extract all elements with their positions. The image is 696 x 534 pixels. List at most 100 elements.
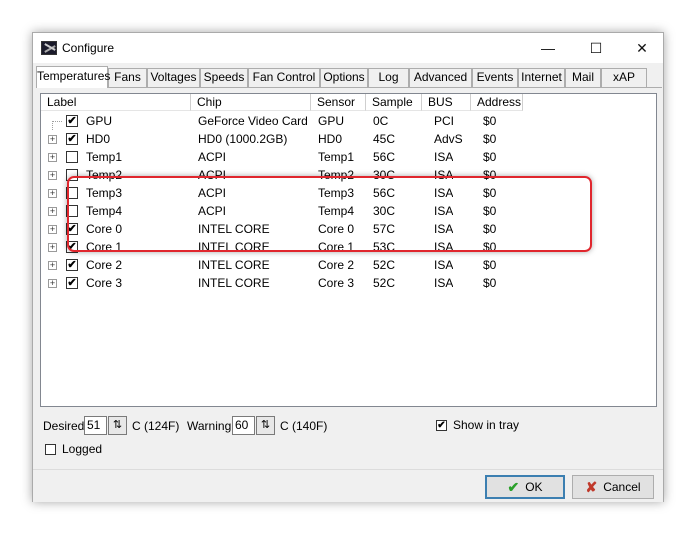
show-in-tray-checkbox[interactable]: ✔ xyxy=(436,420,447,431)
table-row[interactable]: + Temp2 ACPI Temp2 30C ISA $0 xyxy=(41,166,656,184)
table-row[interactable]: + ✔ Core 1 INTEL CORE Core 1 53C ISA $0 xyxy=(41,238,656,256)
cell-sample: 0C xyxy=(373,114,389,128)
tab-log[interactable]: Log xyxy=(368,68,409,87)
cell-bus: ISA xyxy=(434,240,454,254)
row-checkbox[interactable] xyxy=(66,187,78,199)
cell-bus: ISA xyxy=(434,276,454,290)
cell-sample: 45C xyxy=(373,132,396,146)
column-header-sensor[interactable]: Sensor xyxy=(311,94,366,111)
expand-icon[interactable]: + xyxy=(48,171,57,180)
tab-temperatures[interactable]: Temperatures xyxy=(36,66,110,88)
tab-fan-control[interactable]: Fan Control xyxy=(248,68,320,87)
expand-icon[interactable]: + xyxy=(48,207,57,216)
close-button[interactable]: ✕ xyxy=(619,33,665,63)
cell-sensor: Temp1 xyxy=(318,150,355,164)
desired-spinner[interactable]: ⇅ xyxy=(108,416,127,435)
tab-options[interactable]: Options xyxy=(320,68,368,87)
cell-sensor: Temp3 xyxy=(318,186,355,200)
cell-sample: 53C xyxy=(373,240,396,254)
tree-line xyxy=(52,121,62,122)
cell-bus: ISA xyxy=(434,222,454,236)
tab-advanced[interactable]: Advanced xyxy=(409,68,472,87)
cell-sensor: GPU xyxy=(318,114,345,128)
cell-label: Temp4 xyxy=(86,204,123,218)
tab-speeds[interactable]: Speeds xyxy=(200,68,248,87)
row-checkbox[interactable]: ✔ xyxy=(66,133,78,145)
cell-sample: 52C xyxy=(373,276,396,290)
table-row[interactable]: + Temp3 ACPI Temp3 56C ISA $0 xyxy=(41,184,656,202)
cell-chip: ACPI xyxy=(198,204,227,218)
tab-label: Log xyxy=(378,70,399,84)
cell-sensor: Temp2 xyxy=(318,168,355,182)
cell-bus: ISA xyxy=(434,186,454,200)
expand-icon[interactable]: + xyxy=(48,261,57,270)
minimize-button[interactable]: — xyxy=(525,33,571,63)
tab-xap[interactable]: xAP xyxy=(601,68,647,87)
cancel-button[interactable]: ✘ Cancel xyxy=(572,475,654,499)
column-header-address[interactable]: Address xyxy=(471,94,523,111)
warning-unit: C (140F) xyxy=(280,419,328,433)
x-icon: ✘ xyxy=(585,479,598,495)
table-row[interactable]: ✔ GPU GeForce Video Card GPU 0C PCI $0 xyxy=(41,112,656,130)
logged-checkbox[interactable] xyxy=(45,444,56,455)
window-title: Configure xyxy=(62,41,115,55)
expand-icon[interactable]: + xyxy=(48,189,57,198)
table-row[interactable]: + ✔ Core 0 INTEL CORE Core 0 57C ISA $0 xyxy=(41,220,656,238)
row-checkbox[interactable]: ✔ xyxy=(66,277,78,289)
cell-sample: 30C xyxy=(373,204,396,218)
cell-sensor: HD0 xyxy=(318,132,343,146)
row-checkbox[interactable]: ✔ xyxy=(66,241,78,253)
warning-spinner[interactable]: ⇅ xyxy=(256,416,275,435)
desired-input[interactable]: 51 xyxy=(84,416,107,435)
table-row[interactable]: + ✔ HD0 HD0 (1000.2GB) HD0 45C AdvS $0 xyxy=(41,130,656,148)
table-row[interactable]: + Temp1 ACPI Temp1 56C ISA $0 xyxy=(41,148,656,166)
column-header-chip[interactable]: Chip xyxy=(191,94,311,111)
row-checkbox[interactable] xyxy=(66,169,78,181)
cell-sensor: Core 2 xyxy=(318,258,355,272)
cell-bus: AdvS xyxy=(434,132,463,146)
expand-icon[interactable]: + xyxy=(48,153,57,162)
cell-chip: INTEL CORE xyxy=(198,222,270,236)
expand-icon[interactable]: + xyxy=(48,225,57,234)
column-header-sample[interactable]: Sample xyxy=(366,94,422,111)
maximize-button[interactable]: ☐ xyxy=(573,33,619,63)
row-checkbox[interactable]: ✔ xyxy=(66,223,78,235)
button-bar: ✔ OK ✘ Cancel xyxy=(33,469,663,502)
cell-chip: INTEL CORE xyxy=(198,276,270,290)
row-checkbox[interactable] xyxy=(66,205,78,217)
tab-mail[interactable]: Mail xyxy=(565,68,601,87)
tab-fans[interactable]: Fans xyxy=(108,68,147,87)
table-row[interactable]: + Temp4 ACPI Temp4 30C ISA $0 xyxy=(41,202,656,220)
table-row[interactable]: + ✔ Core 3 INTEL CORE Core 3 52C ISA $0 xyxy=(41,274,656,292)
row-checkbox[interactable]: ✔ xyxy=(66,115,78,127)
sensor-list[interactable]: Label Chip Sensor Sample BUS Address ✔ GP… xyxy=(40,93,657,407)
warning-input[interactable]: 60 xyxy=(232,416,255,435)
cell-chip: ACPI xyxy=(198,168,227,182)
cell-label: Temp2 xyxy=(86,168,123,182)
expand-icon[interactable]: + xyxy=(48,135,57,144)
expand-icon[interactable]: + xyxy=(48,243,57,252)
column-header-bus[interactable]: BUS xyxy=(422,94,471,111)
tab-internet[interactable]: Internet xyxy=(518,68,565,87)
tab-events[interactable]: Events xyxy=(472,68,518,87)
table-row[interactable]: + ✔ Core 2 INTEL CORE Core 2 52C ISA $0 xyxy=(41,256,656,274)
expand-icon[interactable]: + xyxy=(48,279,57,288)
cell-bus: ISA xyxy=(434,204,454,218)
tab-label: Mail xyxy=(571,70,594,84)
desired-label: Desired xyxy=(43,419,85,433)
tab-label: xAP xyxy=(612,70,635,84)
ok-button[interactable]: ✔ OK xyxy=(485,475,565,499)
column-header-label[interactable]: Label xyxy=(41,94,191,111)
cell-label: Temp1 xyxy=(86,150,123,164)
cell-address: $0 xyxy=(483,150,497,164)
minimize-icon: — xyxy=(541,40,555,56)
row-checkbox[interactable] xyxy=(66,151,78,163)
tab-voltages[interactable]: Voltages xyxy=(147,68,200,87)
show-in-tray-label: Show in tray xyxy=(453,418,520,432)
cell-label: Core 0 xyxy=(86,222,123,236)
check-icon: ✔ xyxy=(437,420,446,431)
list-header: Label Chip Sensor Sample BUS Address xyxy=(41,94,656,111)
row-checkbox[interactable]: ✔ xyxy=(66,259,78,271)
cell-address: $0 xyxy=(483,222,497,236)
cell-sample: 52C xyxy=(373,258,396,272)
